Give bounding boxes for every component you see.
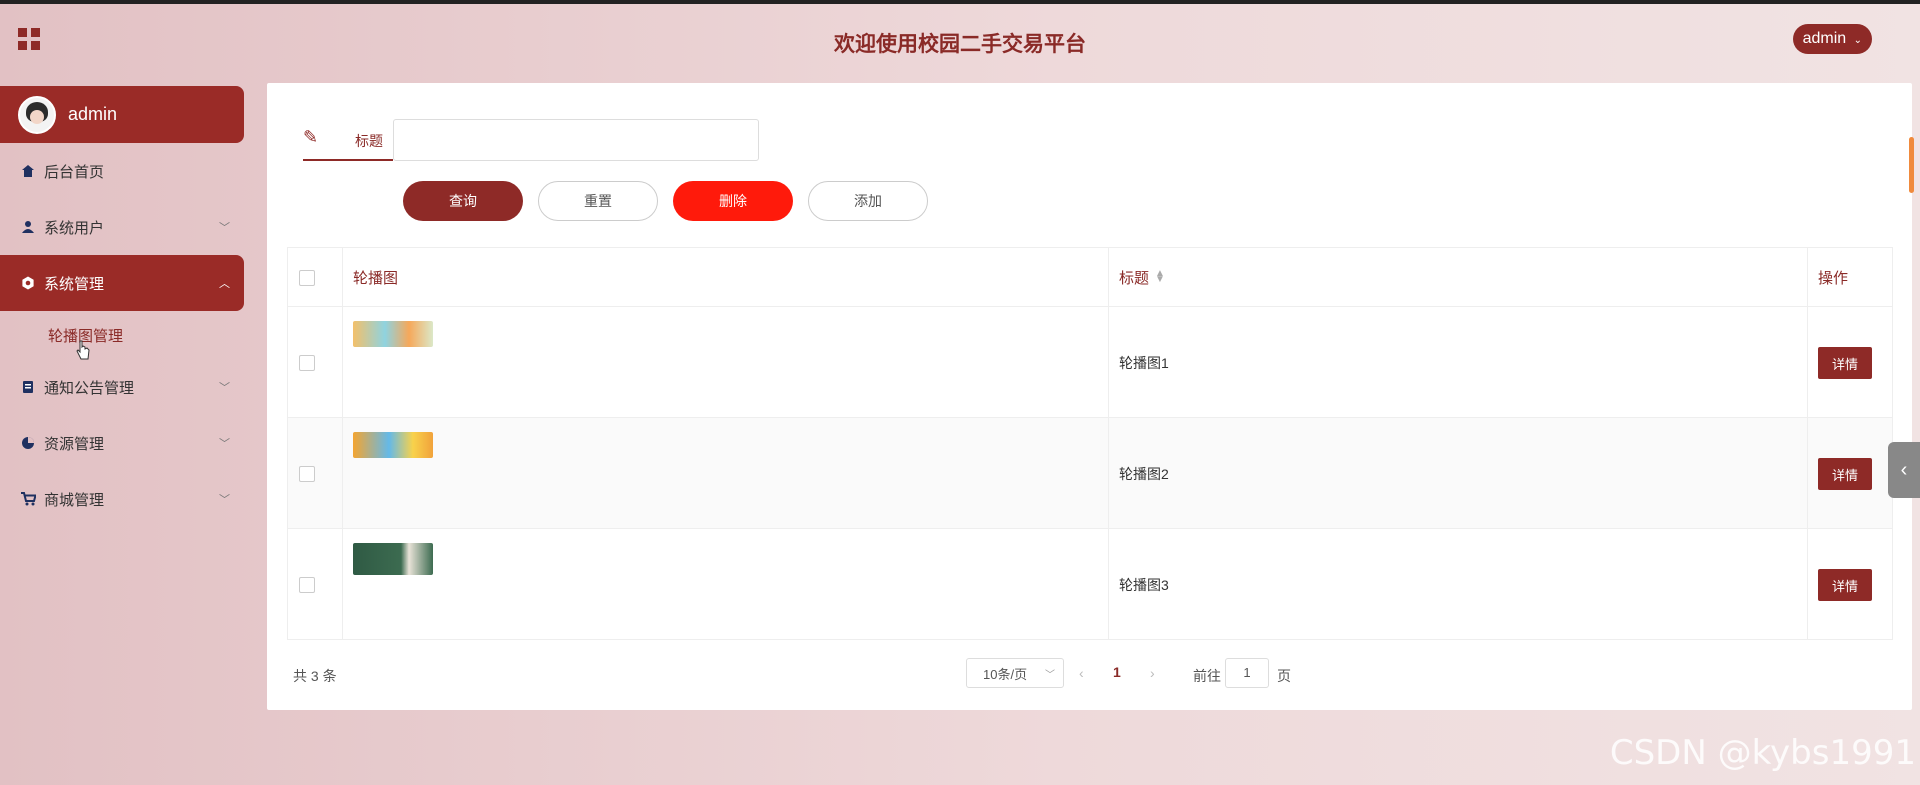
search-label-box: ✎ 标题 <box>303 119 393 161</box>
goto-page-input[interactable]: 1 <box>1225 658 1269 688</box>
chevron-down-icon: ﹀ <box>219 382 230 394</box>
goto-label: 前往 <box>1193 668 1221 684</box>
carousel-thumbnail <box>353 321 433 347</box>
mouse-cursor-icon <box>76 340 90 360</box>
table-header: 轮播图 标题 ▲ ▼ 操作 <box>288 248 1892 307</box>
row-checkbox-cell <box>288 307 343 417</box>
home-icon <box>20 163 36 179</box>
chevron-left-icon[interactable]: ‹ <box>1888 442 1920 498</box>
query-button[interactable]: 查询 <box>403 181 523 221</box>
carousel-image-cell <box>343 418 1109 528</box>
chevron-down-icon: ⌄ <box>1853 35 1862 46</box>
app-title: 欢迎使用校园二手交易平台 <box>834 33 1086 56</box>
column-header-label: 操作 <box>1818 269 1849 287</box>
delete-button[interactable]: 删除 <box>673 181 793 221</box>
reset-button[interactable]: 重置 <box>538 181 658 221</box>
page-size-select[interactable]: 10条/页 ﹀ <box>966 658 1064 688</box>
row-checkbox[interactable] <box>299 466 315 482</box>
row-checkbox-cell <box>288 418 343 528</box>
pagination: 共 3 条 10条/页 ﹀ ‹ 1 › 前往 1 页 <box>287 658 1891 690</box>
actions-cell: 详情 <box>1808 418 1891 528</box>
watermark: CSDN @kybs1991 <box>1609 733 1916 773</box>
row-title: 轮播图1 <box>1119 355 1169 371</box>
chevron-down-icon: ﹀ <box>1045 669 1055 681</box>
page-word: 页 <box>1277 668 1291 684</box>
row-title: 轮播图2 <box>1119 466 1169 482</box>
chevron-down-icon: ﹀ <box>219 494 230 506</box>
title-cell: 轮播图3 <box>1109 529 1808 639</box>
actions-cell: 详情 <box>1808 307 1891 417</box>
title-cell: 轮播图2 <box>1109 418 1808 528</box>
pie-chart-icon <box>20 435 36 451</box>
chevron-down-icon: ﹀ <box>219 438 230 450</box>
row-checkbox[interactable] <box>299 577 315 593</box>
sidebar-profile[interactable]: admin <box>0 86 244 143</box>
sidebar-item-resources[interactable]: 资源管理 ﹀ <box>0 415 244 471</box>
user-icon <box>20 219 36 235</box>
sidebar: admin 后台首页 系统用户 ﹀ 系统管理 ︿ 轮播图管理 通知公告管理 ﹀ <box>0 86 244 527</box>
column-header-label: 轮播图 <box>353 269 399 287</box>
sidebar-item-label: 商城管理 <box>44 491 105 509</box>
table-row: 轮播图2 详情 <box>288 418 1892 529</box>
page-number-current[interactable]: 1 <box>1113 664 1121 680</box>
sidebar-item-notice[interactable]: 通知公告管理 ﹀ <box>0 359 244 415</box>
sidebar-item-label: 资源管理 <box>44 435 105 453</box>
table-row: 轮播图1 详情 <box>288 307 1892 418</box>
settings-hex-icon <box>20 275 36 291</box>
column-header-title[interactable]: 标题 ▲ ▼ <box>1109 248 1808 306</box>
carousel-thumbnail <box>353 432 433 458</box>
search-label: 标题 <box>355 133 383 149</box>
user-menu-button[interactable]: admin ⌄ <box>1792 24 1872 54</box>
notice-icon <box>20 379 36 395</box>
sort-icon[interactable]: ▲ ▼ <box>1155 269 1165 285</box>
table-row: 轮播图3 详情 <box>288 529 1892 639</box>
sidebar-item-label: 系统用户 <box>44 219 105 237</box>
sidebar-subitem-carousel[interactable]: 轮播图管理 <box>0 311 244 359</box>
add-button[interactable]: 添加 <box>808 181 928 221</box>
sidebar-item-label: 后台首页 <box>44 163 105 181</box>
content-panel: ✎ 标题 查询 重置 删除 添加 轮播图 标题 ▲ ▼ 操作 轮播图1 详情 轮… <box>267 83 1912 710</box>
sidebar-item-system-users[interactable]: 系统用户 ﹀ <box>0 199 244 255</box>
row-checkbox-cell <box>288 529 343 639</box>
pen-icon: ✎ <box>303 127 319 147</box>
header-checkbox-cell <box>288 248 343 306</box>
detail-button[interactable]: 详情 <box>1818 569 1872 601</box>
page-size-value: 10条/页 <box>983 666 1028 682</box>
prev-page-button[interactable]: ‹ <box>1079 665 1084 681</box>
row-checkbox[interactable] <box>299 355 315 371</box>
total-count: 共 3 条 <box>293 668 337 684</box>
carousel-thumbnail <box>353 543 433 575</box>
column-header-actions: 操作 <box>1808 248 1891 306</box>
title-search-input[interactable] <box>393 119 759 161</box>
chevron-down-icon: ﹀ <box>219 222 230 234</box>
scrollbar-thumb[interactable] <box>1909 137 1914 193</box>
sidebar-item-shop[interactable]: 商城管理 ﹀ <box>0 471 244 527</box>
user-menu-label: admin <box>1802 30 1847 47</box>
cart-icon <box>20 491 36 507</box>
header: 欢迎使用校园二手交易平台 admin ⌄ <box>0 4 1920 76</box>
carousel-image-cell <box>343 529 1109 639</box>
sidebar-item-label: 通知公告管理 <box>44 379 135 397</box>
profile-name: admin <box>68 104 118 124</box>
select-all-checkbox[interactable] <box>299 270 315 286</box>
action-buttons: 查询 重置 删除 添加 <box>403 181 928 221</box>
actions-cell: 详情 <box>1808 529 1891 639</box>
carousel-image-cell <box>343 307 1109 417</box>
detail-button[interactable]: 详情 <box>1818 347 1872 379</box>
carousel-table: 轮播图 标题 ▲ ▼ 操作 轮播图1 详情 轮播图2 详情 轮播图3 详情 <box>287 247 1893 640</box>
search-row: ✎ 标题 <box>303 119 759 161</box>
row-title: 轮播图3 <box>1119 577 1169 593</box>
column-header-carousel: 轮播图 <box>343 248 1109 306</box>
next-page-button[interactable]: › <box>1150 665 1155 681</box>
sidebar-item-label: 系统管理 <box>44 275 105 293</box>
sidebar-item-home[interactable]: 后台首页 <box>0 143 244 199</box>
chevron-up-icon: ︿ <box>219 278 230 290</box>
column-header-label: 标题 <box>1119 269 1150 287</box>
title-cell: 轮播图1 <box>1109 307 1808 417</box>
detail-button[interactable]: 详情 <box>1818 458 1872 490</box>
sidebar-item-system-management[interactable]: 系统管理 ︿ <box>0 255 244 311</box>
avatar <box>18 95 56 134</box>
